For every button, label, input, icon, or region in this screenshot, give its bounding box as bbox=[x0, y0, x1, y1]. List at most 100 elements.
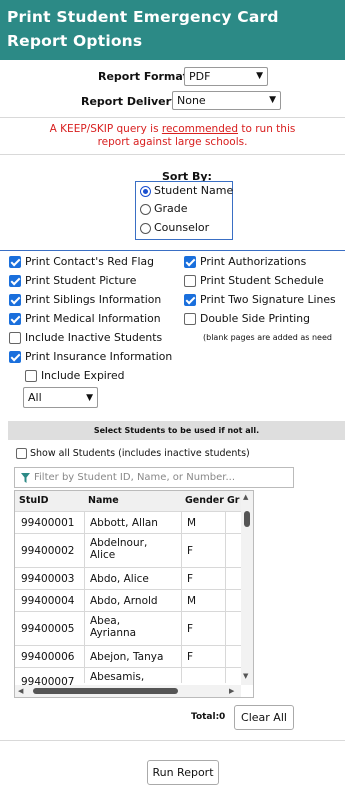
report-format-label: Report Format: bbox=[98, 70, 193, 83]
show-all-students-label: Show all Students (includes inactive stu… bbox=[30, 448, 250, 459]
cell-stuid: 99400006 bbox=[21, 651, 75, 663]
table-row[interactable]: 99400006 Abejon, Tanya F bbox=[15, 645, 241, 668]
cell-name: Abea, Ayrianna bbox=[90, 615, 137, 639]
report-delivery-value: None bbox=[177, 94, 206, 107]
option-label: Print Insurance Information bbox=[25, 350, 173, 363]
warning-text: A KEEP/SKIP query is bbox=[49, 123, 162, 135]
total-value: 0 bbox=[219, 712, 226, 722]
print-medical-checkbox[interactable] bbox=[9, 313, 21, 325]
page-title-line1: Print Student Emergency Card bbox=[7, 8, 279, 26]
cell-stuid: 99400001 bbox=[21, 517, 75, 529]
report-format-value: PDF bbox=[189, 70, 211, 83]
warning-line2: report against large schools. bbox=[97, 136, 248, 148]
cell-name: Abdo, Arnold bbox=[90, 595, 158, 607]
table-row[interactable]: 99400004 Abdo, Arnold M bbox=[15, 589, 241, 612]
option-label: Print Siblings Information bbox=[25, 293, 162, 306]
cell-name: Abdelnour, Alice bbox=[90, 537, 148, 561]
option-label: Print Medical Information bbox=[25, 312, 161, 325]
cell-stuid: 99400003 bbox=[21, 573, 75, 585]
print-schedule-checkbox[interactable] bbox=[184, 275, 196, 287]
cell-name: Abejon, Tanya bbox=[90, 651, 164, 663]
sort-grade-radio[interactable] bbox=[140, 204, 151, 215]
sort-student-name-radio[interactable] bbox=[140, 186, 151, 197]
recommended-link[interactable]: recommended bbox=[162, 123, 238, 135]
scroll-up-icon[interactable]: ▲ bbox=[243, 493, 248, 501]
scroll-down-icon[interactable]: ▼ bbox=[243, 672, 248, 680]
page-header: Print Student Emergency Card Report Opti… bbox=[0, 0, 345, 60]
cell-stuid: 99400004 bbox=[21, 595, 75, 607]
cell-gender: F bbox=[187, 545, 194, 557]
chevron-down-icon: ▼ bbox=[269, 95, 276, 105]
print-two-signature-checkbox[interactable] bbox=[184, 294, 196, 306]
divider bbox=[0, 117, 345, 118]
students-table: StuID Name Gender Gr 99400001 Abbott, Al… bbox=[14, 490, 254, 698]
sort-option-label: Counselor bbox=[154, 221, 210, 234]
horizontal-scrollbar[interactable]: ◀ ▶ bbox=[15, 685, 241, 697]
option-label: Print Two Signature Lines bbox=[200, 293, 336, 306]
double-side-checkbox[interactable] bbox=[184, 313, 196, 325]
keep-skip-warning: A KEEP/SKIP query is recommended to run … bbox=[0, 123, 345, 135]
clear-all-button[interactable]: Clear All bbox=[234, 705, 294, 730]
total-label: Total: bbox=[191, 712, 220, 722]
divider bbox=[0, 740, 345, 741]
run-report-button[interactable]: Run Report bbox=[147, 760, 219, 785]
chevron-down-icon: ▼ bbox=[86, 393, 93, 403]
table-row[interactable]: 99400002 Abdelnour, Alice F bbox=[15, 533, 241, 568]
column-header-stuid[interactable]: StuID bbox=[19, 491, 49, 511]
print-insurance-checkbox[interactable] bbox=[9, 351, 21, 363]
cell-stuid: 99400005 bbox=[21, 623, 75, 635]
print-siblings-checkbox[interactable] bbox=[9, 294, 21, 306]
report-delivery-select[interactable]: None ▼ bbox=[172, 91, 281, 110]
print-authorizations-checkbox[interactable] bbox=[184, 256, 196, 268]
option-label: Print Authorizations bbox=[200, 255, 307, 268]
divider bbox=[0, 250, 345, 251]
report-format-select[interactable]: PDF ▼ bbox=[184, 67, 268, 86]
sort-counselor-radio[interactable] bbox=[140, 223, 151, 234]
column-header-gender[interactable]: Gender bbox=[185, 491, 224, 511]
chevron-down-icon: ▼ bbox=[256, 71, 263, 81]
cell-name: Abdo, Alice bbox=[90, 573, 149, 585]
scroll-right-icon[interactable]: ▶ bbox=[229, 687, 234, 695]
option-label: Double Side Printing bbox=[200, 312, 311, 325]
table-row[interactable]: 99400003 Abdo, Alice F bbox=[15, 567, 241, 590]
warning-text: to run this bbox=[238, 123, 296, 135]
scroll-left-icon[interactable]: ◀ bbox=[18, 687, 23, 695]
student-filter-input[interactable]: Filter by Student ID, Name, or Number... bbox=[14, 467, 294, 488]
include-expired-checkbox[interactable] bbox=[25, 370, 37, 382]
double-side-note: (blank pages are added as need bbox=[203, 333, 332, 342]
cell-gender: F bbox=[187, 623, 194, 635]
option-label: Include Inactive Students bbox=[25, 331, 163, 344]
scrollbar-thumb[interactable] bbox=[244, 511, 250, 527]
cell-gender: M bbox=[187, 595, 197, 607]
table-row[interactable]: 99400005 Abea, Ayrianna F bbox=[15, 611, 241, 646]
sort-option-label: Student Name bbox=[154, 184, 234, 197]
scrollbar-thumb[interactable] bbox=[33, 688, 178, 694]
page-title-line2: Report Options bbox=[7, 32, 143, 50]
divider bbox=[0, 154, 345, 155]
cell-stuid: 99400002 bbox=[21, 545, 75, 557]
include-expired-label: Include Expired bbox=[41, 369, 125, 382]
cell-name: Abesamis, bbox=[90, 671, 145, 683]
report-delivery-label: Report Delivery: bbox=[81, 95, 183, 108]
sort-option-label: Grade bbox=[154, 202, 188, 215]
option-label: Print Contact's Red Flag bbox=[25, 255, 154, 268]
print-red-flag-checkbox[interactable] bbox=[9, 256, 21, 268]
cell-name: Abbott, Allan bbox=[90, 517, 158, 529]
include-inactive-checkbox[interactable] bbox=[9, 332, 21, 344]
vertical-scrollbar[interactable]: ▲ ▼ bbox=[241, 491, 253, 685]
show-all-students-checkbox[interactable] bbox=[16, 448, 27, 459]
column-header-name[interactable]: Name bbox=[88, 491, 119, 511]
cell-gender: F bbox=[187, 573, 194, 585]
print-student-picture-checkbox[interactable] bbox=[9, 275, 21, 287]
filter-icon bbox=[21, 473, 30, 483]
select-students-band: Select Students to be used if not all. bbox=[8, 421, 345, 440]
cell-gender: M bbox=[187, 517, 197, 529]
filter-placeholder: Filter by Student ID, Name, or Number... bbox=[34, 472, 235, 483]
cell-gender: F bbox=[187, 651, 194, 663]
sort-by-group: Student Name Grade Counselor bbox=[135, 181, 233, 240]
column-header-grade[interactable]: Gr bbox=[227, 491, 240, 511]
option-label: Print Student Picture bbox=[25, 274, 137, 287]
table-row[interactable]: 99400001 Abbott, Allan M bbox=[15, 511, 241, 534]
insurance-filter-select[interactable]: All ▼ bbox=[23, 387, 98, 408]
option-label: Print Student Schedule bbox=[200, 274, 324, 287]
